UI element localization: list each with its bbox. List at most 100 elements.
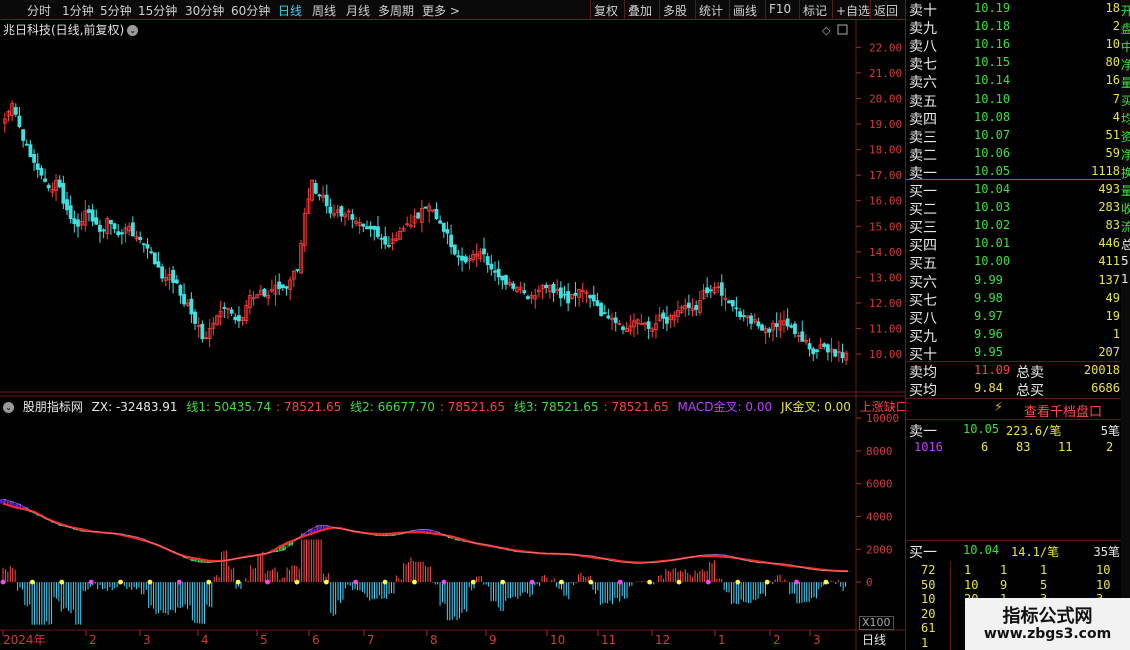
price-axis-label: 11.00	[869, 323, 902, 336]
buy-queue-cell: 1	[964, 563, 972, 577]
period-tab-4[interactable]: 30分钟	[185, 2, 224, 19]
candle	[160, 266, 165, 279]
date-axis-label: 9	[489, 633, 497, 647]
buy-row-5[interactable]: 买五 10.00 411	[906, 253, 1130, 273]
toolbar-action-5[interactable]: F10	[769, 2, 791, 16]
window-icon	[837, 24, 848, 35]
toolbar-action-2[interactable]: 多股	[663, 2, 687, 19]
candle	[562, 293, 567, 296]
price-axis-label: 22.00	[869, 41, 902, 54]
qianbang-button[interactable]: ⚡ 查看千档盘口	[906, 400, 1130, 420]
sell-row-9[interactable]: 卖九 10.18 2	[906, 18, 1130, 37]
candle	[87, 209, 91, 213]
candle	[621, 326, 625, 331]
candle	[141, 243, 146, 246]
period-tab-2[interactable]: 5分钟	[100, 2, 132, 19]
scale-badge[interactable]: X100	[859, 616, 894, 630]
buy-label: 买六	[909, 274, 937, 291]
candle	[222, 307, 227, 309]
top-toolbar: 分时 1分钟 5分钟 15分钟 30分钟 60分钟 日线 周线 月线 多周期 更多 > 复权 叠加 多股统…	[0, 0, 905, 20]
buy-row-9[interactable]: 买九 9.96 1	[906, 326, 1130, 345]
edge-label: 中	[1121, 40, 1130, 54]
candle	[789, 325, 794, 328]
candle	[76, 219, 80, 227]
sell-volume: 2	[1112, 19, 1120, 34]
sell-row-6[interactable]: 卖六 10.14 16	[906, 72, 1130, 92]
sell-row-2[interactable]: 卖二 10.06 59	[906, 145, 1130, 164]
candle	[840, 352, 845, 359]
buy-row-2[interactable]: 买二 10.03 283	[906, 199, 1130, 218]
toolbar-action-6[interactable]: 标记	[803, 2, 827, 19]
candle	[811, 348, 816, 355]
toolbar-action-4[interactable]: 画线	[733, 2, 757, 19]
indicator-legend: ⌄ 股朋指标网 ZX: -32483.91 线1: 50435.74: 7852…	[3, 398, 947, 415]
toolbar-separator	[765, 0, 766, 19]
candle	[489, 263, 494, 270]
buy-price: 9.98	[974, 290, 1003, 305]
candle	[328, 206, 333, 214]
sell-row-7[interactable]: 卖七 10.15 80	[906, 54, 1130, 74]
chevron-down-icon[interactable]: ⌄	[3, 402, 14, 413]
sell-label: 卖四	[909, 111, 937, 128]
period-tab-6[interactable]: 日线	[278, 2, 302, 19]
period-tab-10[interactable]: 更多 >	[422, 2, 460, 19]
buy-row-1[interactable]: 买一 10.04 493	[906, 181, 1130, 200]
buy-row-8[interactable]: 买八 9.97 19	[906, 308, 1130, 327]
period-tab-5[interactable]: 60分钟	[231, 2, 270, 19]
indicator-axis-label: 2000	[866, 543, 893, 556]
toolbar-separator	[870, 0, 871, 19]
buy-label: 买一	[909, 184, 937, 200]
candle	[423, 206, 428, 209]
candle	[280, 284, 285, 289]
candle	[661, 312, 666, 319]
edge-label: 买	[1121, 94, 1130, 108]
toolbar-separator	[695, 0, 696, 19]
buy-row-4[interactable]: 买四 10.01 446	[906, 235, 1130, 254]
candle	[138, 236, 143, 240]
sell-row-10[interactable]: 卖十 10.19 18	[906, 0, 1130, 19]
candle	[156, 261, 161, 268]
candle	[112, 223, 117, 230]
sell-row-3[interactable]: 卖三 10.07 51	[906, 127, 1130, 146]
toolbar-action-7[interactable]: +自选	[836, 2, 870, 19]
sell-label: 卖六	[909, 75, 937, 92]
sell-row-5[interactable]: 卖五 10.10 7	[906, 91, 1130, 110]
candle	[734, 307, 739, 310]
buy-row-7[interactable]: 买七 9.98 49	[906, 290, 1130, 309]
period-tab-8[interactable]: 月线	[346, 2, 370, 19]
toolbar-action-1[interactable]: 叠加	[628, 2, 652, 19]
period-tab-0[interactable]: 分时	[27, 2, 51, 19]
sell-price: 10.14	[974, 73, 1011, 88]
bid-ask-divider	[906, 179, 1130, 180]
buy-label: 买五	[909, 256, 937, 273]
candle	[376, 226, 380, 237]
sell-row-8[interactable]: 卖八 10.16 10	[906, 36, 1130, 55]
candle	[284, 286, 289, 289]
buy-price: 9.97	[974, 308, 1003, 323]
price-axis-label: 16.00	[869, 195, 902, 208]
indicator-name[interactable]: 股朋指标网	[23, 400, 83, 414]
buy-queue-cell: 1	[1000, 563, 1008, 577]
period-footer[interactable]: 日线	[862, 631, 886, 648]
buy-price: 10.00	[974, 254, 1011, 269]
toolbar-action-8[interactable]: 返回	[874, 2, 898, 19]
sell-label: 卖五	[909, 93, 937, 110]
queue-cell: 11	[1058, 440, 1073, 454]
date-axis-label: 3	[143, 633, 151, 647]
period-tab-1[interactable]: 1分钟	[62, 2, 94, 19]
buy-row-6[interactable]: 买六 9.99 137	[906, 272, 1130, 291]
buy-row-10[interactable]: 买十 9.95 207	[906, 344, 1130, 363]
edge-label: 换	[1121, 166, 1130, 180]
main-chart[interactable]: 22.00 21.00 20.00 19.00 18.00 17.00 16.00 15.00…	[0, 19, 905, 650]
toolbar-action-0[interactable]: 复权	[594, 2, 618, 19]
qianbang-label[interactable]: 查看千档盘口	[1024, 401, 1102, 420]
indicator-axis-label: 4000	[866, 511, 893, 524]
sell-row-4[interactable]: 卖四 10.08 4	[906, 109, 1130, 128]
sell-label: 卖七	[909, 57, 937, 74]
period-tab-9[interactable]: 多周期	[378, 2, 414, 19]
buy-row-3[interactable]: 买三 10.02 83	[906, 217, 1130, 236]
candle	[200, 323, 205, 340]
period-tab-7[interactable]: 周线	[312, 2, 336, 19]
toolbar-action-3[interactable]: 统计	[699, 2, 723, 19]
period-tab-3[interactable]: 15分钟	[138, 2, 177, 19]
